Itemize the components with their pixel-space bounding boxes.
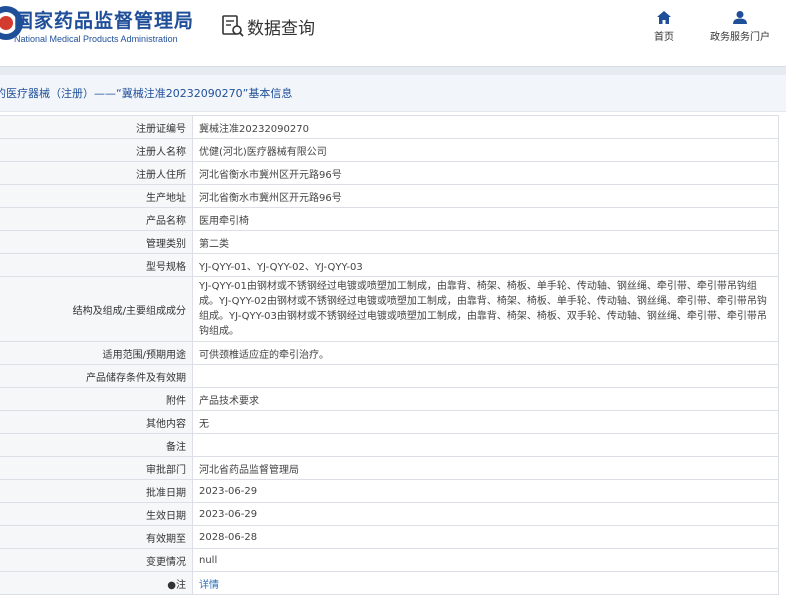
field-label: 备注 (0, 433, 193, 457)
table-row: 适用范围/预期用途 可供颈椎适应症的牵引治疗。 (0, 341, 779, 365)
field-label: ●注 (0, 571, 193, 595)
field-value: 可供颈椎适应症的牵引治疗。 (192, 341, 779, 365)
field-value: 2023-06-29 (192, 502, 779, 526)
field-label: 有效期至 (0, 525, 193, 549)
field-value: 河北省衡水市冀州区开元路96号 (192, 161, 779, 185)
site-title-cn: 国家药品监督管理局 (14, 10, 195, 32)
table-row: 注册人住所 河北省衡水市冀州区开元路96号 (0, 161, 779, 185)
field-label: 注册人住所 (0, 161, 193, 185)
table-row: 结构及组成/主要组成成分 YJ-QYY-01由钢材或不锈钢经过电镀或喷塑加工制成，… (0, 276, 779, 342)
data-query-icon (222, 15, 244, 37)
table-row: 产品名称 医用牵引椅 (0, 207, 779, 231)
table-row: 有效期至 2028-06-28 (0, 525, 779, 549)
field-label: 产品储存条件及有效期 (0, 364, 193, 388)
detail-table: 注册证编号 冀械注准20232090270 注册人名称 优健(河北)医疗器械有限公司注… (0, 115, 779, 595)
table-row: 附件 产品技术要求 (0, 387, 779, 411)
nav-home[interactable]: 首页 (654, 10, 674, 43)
field-value: null (192, 548, 779, 572)
nav-service-portal[interactable]: 政务服务门户 (710, 10, 770, 43)
table-row: 产品储存条件及有效期 (0, 364, 779, 388)
field-label: 产品名称 (0, 207, 193, 231)
field-label: 型号规格 (0, 253, 193, 277)
home-icon (657, 11, 671, 24)
data-query-title: 数据查询 (247, 19, 315, 39)
table-row: 审批部门 河北省药品监督管理局 (0, 456, 779, 480)
field-label: 适用范围/预期用途 (0, 341, 193, 365)
table-row: 变更情况 null (0, 548, 779, 572)
field-value: YJ-QYY-01、YJ-QYY-02、YJ-QYY-03 (192, 253, 779, 277)
table-row: 管理类别 第二类 (0, 230, 779, 254)
field-label: 结构及组成/主要组成成分 (0, 276, 193, 342)
table-row: 生产地址 河北省衡水市冀州区开元路96号 (0, 184, 779, 208)
field-value: 医用牵引椅 (192, 207, 779, 231)
field-label: 生效日期 (0, 502, 193, 526)
field-value (192, 433, 779, 457)
table-row: 其他内容无 (0, 410, 779, 434)
field-value: 无 (192, 410, 779, 434)
field-label: 注册人名称 (0, 138, 193, 162)
field-value: 2023-06-29 (192, 479, 779, 503)
breadcrumb-text: 的医疗器械（注册）——“冀械注准20232090270”基本信息 (0, 87, 293, 100)
field-value: 河北省药品监督管理局 (192, 456, 779, 480)
table-row: 注册人名称 优健(河北)医疗器械有限公司 (0, 138, 779, 162)
table-row: ●注 详情 (0, 571, 779, 595)
table-row: 生效日期 2023-06-29 (0, 502, 779, 526)
field-label: 审批部门 (0, 456, 193, 480)
field-value: YJ-QYY-01由钢材或不锈钢经过电镀或喷塑加工制成，由靠背、椅架、椅板、单手… (192, 276, 779, 342)
site-title-en: National Medical Products Administration (14, 34, 178, 44)
table-row: 备注 (0, 433, 779, 457)
field-label: 注册证编号 (0, 115, 193, 139)
field-label: 生产地址 (0, 184, 193, 208)
user-icon (733, 11, 747, 24)
field-label: 其他内容 (0, 410, 193, 434)
field-value (192, 364, 779, 388)
field-value: 第二类 (192, 230, 779, 254)
field-label: 管理类别 (0, 230, 193, 254)
field-value: 优健(河北)医疗器械有限公司 (192, 138, 779, 162)
header-divider (0, 66, 786, 75)
table-row: 型号规格 YJ-QYY-01、YJ-QYY-02、YJ-QYY-03 (0, 253, 779, 277)
field-label: 变更情况 (0, 548, 193, 572)
nav-home-label: 首页 (654, 32, 674, 43)
field-label: 附件 (0, 387, 193, 411)
site-header: 国家药品监督管理局 National Medical Products Admi… (0, 0, 786, 66)
table-row: 注册证编号 冀械注准20232090270 (0, 115, 779, 139)
table-row: 批准日期 2023-06-29 (0, 479, 779, 503)
field-value: 冀械注准20232090270 (192, 115, 779, 139)
nav-service-portal-label: 政务服务门户 (710, 32, 770, 43)
breadcrumb: 的医疗器械（注册）——“冀械注准20232090270”基本信息 (0, 75, 786, 112)
detail-link[interactable]: 详情 (199, 580, 219, 591)
field-value: 详情 (192, 571, 779, 595)
field-value: 河北省衡水市冀州区开元路96号 (192, 184, 779, 208)
field-label: 批准日期 (0, 479, 193, 503)
field-value: 2028-06-28 (192, 525, 779, 549)
field-value: 产品技术要求 (192, 387, 779, 411)
